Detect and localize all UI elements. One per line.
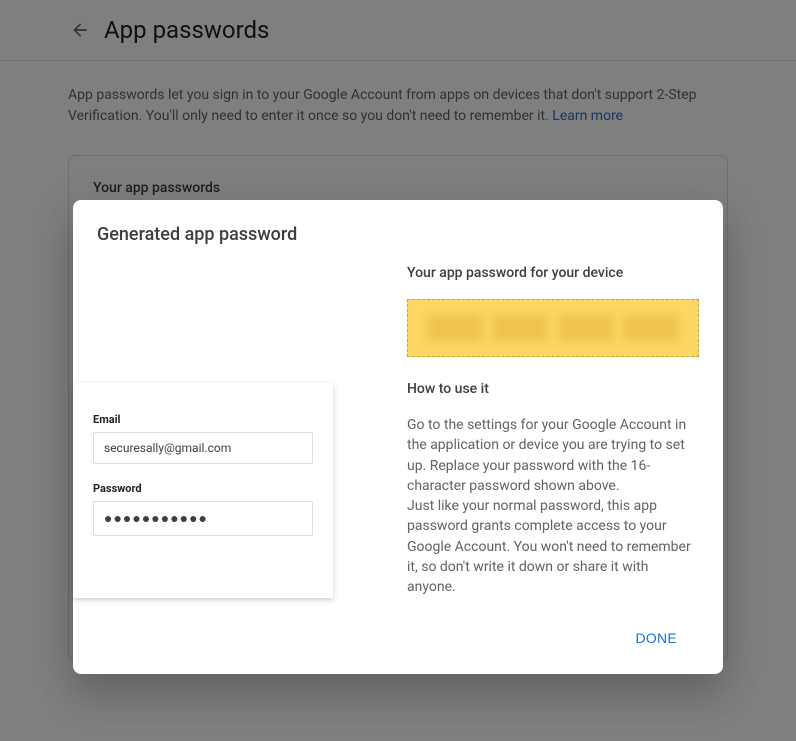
device-preview-card: Email securesally@gmail.com Password ●●●… [73,383,333,598]
how-to-use-title: How to use it [407,381,699,397]
generated-password-box[interactable] [407,299,699,357]
email-preview-value: securesally@gmail.com [93,432,313,464]
password-segment [492,314,548,342]
password-subtitle: Your app password for your device [407,265,699,281]
modal-left-column: Email securesally@gmail.com Password ●●●… [73,265,383,598]
how-to-use-text: Go to the settings for your Google Accou… [407,415,699,598]
email-label: Email [93,413,313,426]
password-segment [558,314,614,342]
password-segment [623,314,679,342]
done-button[interactable]: DONE [628,622,685,654]
password-segment [427,314,483,342]
password-preview-value: ●●●●●●●●●●● [93,501,313,536]
password-label: Password [93,482,313,495]
generated-password-modal: Generated app password Email securesally… [73,200,723,674]
modal-title: Generated app password [73,224,723,265]
